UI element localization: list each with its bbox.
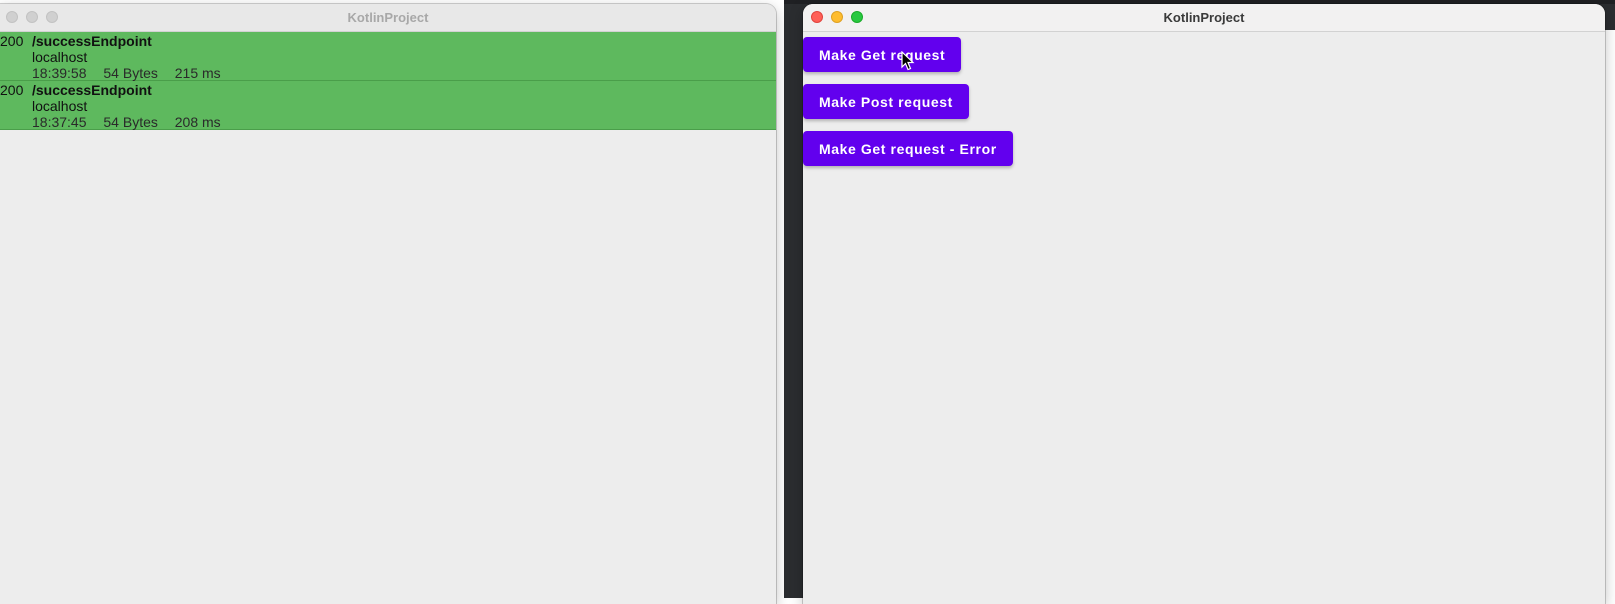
make-get-request-button[interactable]: Make Get request [803,37,962,72]
request-time: 18:37:45 [32,114,87,130]
right-window-title: KotlinProject [1163,10,1245,25]
left-window-controls [6,11,58,23]
make-get-request-error-button[interactable]: Make Get request - Error [803,131,1013,166]
request-log-row[interactable]: 200 /successEndpoint localhost 18:39:58 … [0,32,776,81]
request-duration: 215 ms [174,65,221,81]
request-status-code: 200 [0,33,24,49]
background-ide-edge [776,0,784,598]
request-log-list: 200 /successEndpoint localhost 18:39:58 … [0,32,776,130]
right-window-titlebar[interactable]: KotlinProject [803,4,1605,32]
mouse-pointer-icon [901,51,915,71]
network-inspector-window: KotlinProject 200 /successEndpoint local… [0,4,776,604]
close-window-icon[interactable] [6,11,18,23]
request-meta: 18:37:45 54 Bytes 208 ms [32,114,234,130]
request-path: /successEndpoint [32,33,152,49]
minimize-window-icon[interactable] [831,11,843,23]
zoom-window-icon[interactable] [46,11,58,23]
request-log-row[interactable]: 200 /successEndpoint localhost 18:37:45 … [0,81,776,130]
left-window-title: KotlinProject [347,10,429,25]
close-window-icon[interactable] [811,11,823,23]
request-duration: 208 ms [174,114,221,130]
request-status-code: 200 [0,82,24,98]
request-path: /successEndpoint [32,82,152,98]
request-host: localhost [32,98,88,114]
request-meta: 18:39:58 54 Bytes 215 ms [32,65,234,81]
make-post-request-button[interactable]: Make Post request [803,84,969,119]
left-window-titlebar[interactable]: KotlinProject [0,4,776,32]
app-window: KotlinProject Make Get request Make Post… [803,4,1605,604]
request-host: localhost [32,49,88,65]
minimize-window-icon[interactable] [26,11,38,23]
right-window-controls [811,11,863,23]
request-time: 18:39:58 [32,65,87,81]
request-size: 54 Bytes [103,114,158,130]
zoom-window-icon[interactable] [851,11,863,23]
desktop: KotlinProject 200 /successEndpoint local… [0,0,1615,604]
request-size: 54 Bytes [103,65,158,81]
